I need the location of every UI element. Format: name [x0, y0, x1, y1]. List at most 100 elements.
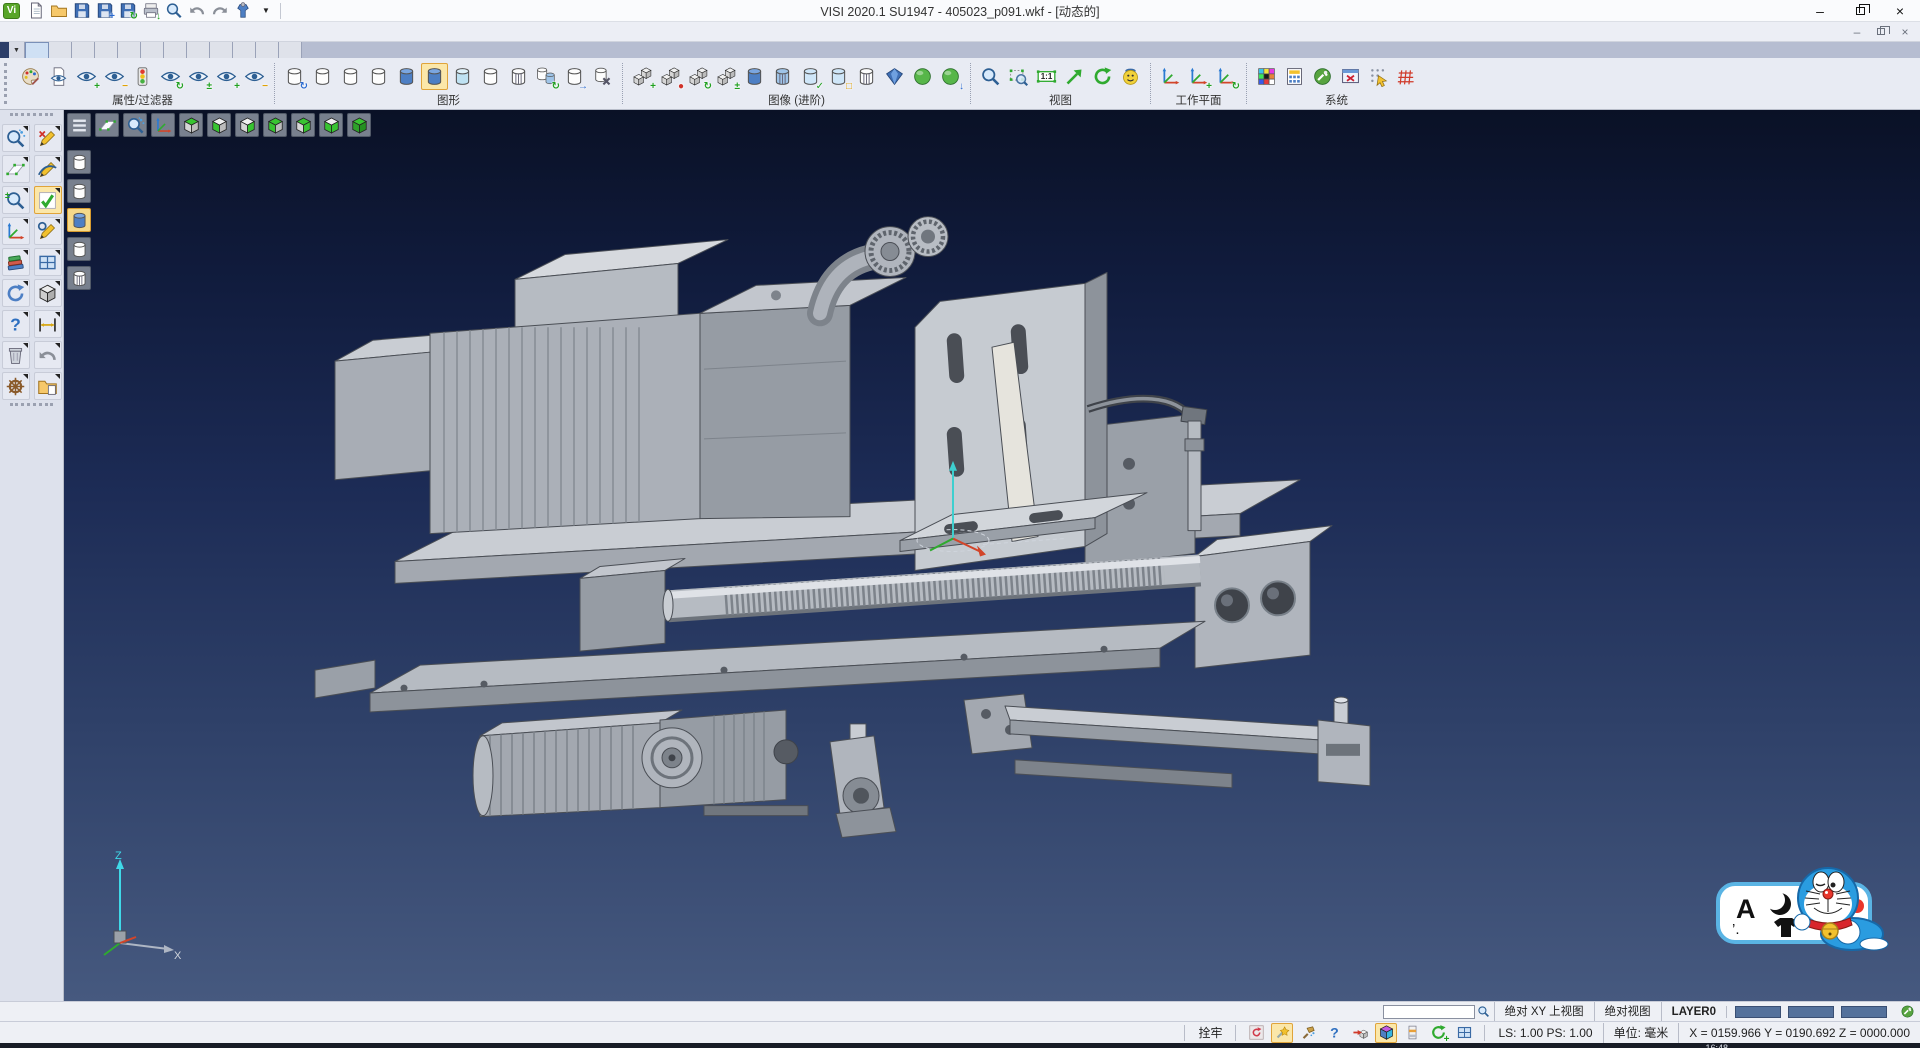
undo-button[interactable]: [187, 1, 207, 20]
solid-reference-button[interactable]: □: [825, 63, 852, 90]
active-layer-indicator[interactable]: LAYER0: [1661, 1002, 1726, 1022]
layer-swatch[interactable]: [1788, 1006, 1834, 1018]
help-button[interactable]: [2, 310, 30, 338]
transparent-mode-button[interactable]: [67, 237, 91, 261]
layer-swatch[interactable]: [1735, 1006, 1781, 1018]
hide-all-button[interactable]: −: [241, 63, 268, 90]
render-button[interactable]: [909, 63, 936, 90]
spline-button[interactable]: [34, 217, 62, 245]
view-orient-button[interactable]: [1061, 63, 1088, 90]
zoom-previous-button[interactable]: [977, 63, 1004, 90]
plane-select-button[interactable]: [95, 113, 119, 137]
wireframe-mode-button[interactable]: [67, 150, 91, 174]
search-icon[interactable]: [1477, 1005, 1490, 1018]
show-entities-button[interactable]: +: [73, 63, 100, 90]
snap-settings-button[interactable]: [1365, 63, 1392, 90]
tab-die[interactable]: [210, 42, 233, 58]
shaded-view-button[interactable]: [393, 63, 420, 90]
graphics-settings-button[interactable]: [589, 63, 616, 90]
print-button[interactable]: ↓: [141, 1, 161, 20]
rotation-lock-button[interactable]: [1245, 1023, 1267, 1043]
measure-button[interactable]: [34, 310, 62, 338]
dashed-view-button[interactable]: [365, 63, 392, 90]
hidden-line-view-button[interactable]: [337, 63, 364, 90]
solids-add-button[interactable]: +: [629, 63, 656, 90]
preview-button[interactable]: [164, 1, 184, 20]
hatch-mode-button[interactable]: [67, 266, 91, 290]
redo-button[interactable]: [210, 1, 230, 20]
erase-button[interactable]: [34, 124, 62, 152]
view-cube-button[interactable]: [1375, 1023, 1397, 1043]
solids-toggle-button[interactable]: ±: [713, 63, 740, 90]
profile-folder-button[interactable]: [34, 372, 62, 400]
confirm-button[interactable]: [34, 186, 62, 214]
tab-wireframe[interactable]: [72, 42, 95, 58]
toolbar-options-button[interactable]: ▼: [256, 1, 276, 20]
transparent-view-button[interactable]: [449, 63, 476, 90]
view-iso-right-button[interactable]: [291, 113, 315, 137]
solid-shaded-button[interactable]: [741, 63, 768, 90]
context-help-button[interactable]: [1323, 1023, 1345, 1043]
tab-machining[interactable]: [233, 42, 256, 58]
view-front-button[interactable]: [207, 113, 231, 137]
solid-hatch-button[interactable]: [853, 63, 880, 90]
save-all-button[interactable]: ↻: [118, 1, 138, 20]
highlight-wand-button[interactable]: [1271, 1023, 1293, 1043]
tab-edit[interactable]: [49, 42, 72, 58]
view-iso-front-button[interactable]: [263, 113, 287, 137]
color-palette-button[interactable]: [1253, 63, 1280, 90]
mdi-close-button[interactable]: ×: [1898, 25, 1912, 39]
new-file-button[interactable]: [26, 1, 46, 20]
pick-tool-button[interactable]: [1297, 1023, 1319, 1043]
tab-molding[interactable]: [187, 42, 210, 58]
restore-button[interactable]: [1840, 0, 1880, 21]
solid-view-button[interactable]: [34, 279, 62, 307]
view-top-button[interactable]: [179, 113, 203, 137]
ime-sticker[interactable]: A ’.: [1716, 860, 1898, 955]
tab-surface[interactable]: [118, 42, 141, 58]
regen-button[interactable]: [2, 279, 30, 307]
attribute-edit-button[interactable]: [17, 63, 44, 90]
toggle-visibility-button[interactable]: ±: [185, 63, 212, 90]
snap-toggle[interactable]: 拴牢: [1188, 1023, 1232, 1043]
3d-viewport[interactable]: Z X A ’.: [64, 110, 1920, 1001]
render-export-button[interactable]: ↓: [937, 63, 964, 90]
globe-icon[interactable]: [1900, 1004, 1915, 1019]
tab-overflow-button[interactable]: ▼: [9, 42, 25, 58]
attribute-scan-button[interactable]: [45, 63, 72, 90]
solid-verify-button[interactable]: ✓: [797, 63, 824, 90]
minimize-button[interactable]: –: [1800, 0, 1840, 21]
hidden-line-mode-button[interactable]: [67, 179, 91, 203]
axis-orient-button[interactable]: [151, 113, 175, 137]
refresh-visibility-button[interactable]: ↻: [157, 63, 184, 90]
view-rotate-button[interactable]: [1089, 63, 1116, 90]
absolute-view-indicator[interactable]: 绝对视图: [1594, 1002, 1661, 1022]
layer-bars-button[interactable]: [1401, 1023, 1423, 1043]
view-iso-back-button[interactable]: [319, 113, 343, 137]
hide-entities-button[interactable]: −: [101, 63, 128, 90]
layer-swatch[interactable]: [1841, 1006, 1887, 1018]
selection-options-button[interactable]: [2, 124, 30, 152]
dock-drag-handle[interactable]: [10, 403, 53, 411]
visibility-filter-button[interactable]: [129, 63, 156, 90]
zoom-actual-button[interactable]: 1:1: [1033, 63, 1060, 90]
table-editor-button[interactable]: [1337, 63, 1364, 90]
tab-dimension[interactable]: [141, 42, 164, 58]
tab-modeling[interactable]: [95, 42, 118, 58]
toolbar-drag-handle[interactable]: [4, 63, 10, 104]
grid-settings-button[interactable]: [1393, 63, 1420, 90]
solid-striped-button[interactable]: [769, 63, 796, 90]
view-iso-button[interactable]: [347, 113, 371, 137]
close-button[interactable]: ×: [1880, 0, 1920, 21]
delete-button[interactable]: [2, 341, 30, 369]
gem-display-button[interactable]: [881, 63, 908, 90]
system-options-button[interactable]: [1309, 63, 1336, 90]
attributes-button[interactable]: [2, 248, 30, 276]
flat-view-button[interactable]: [477, 63, 504, 90]
shaded-mode-button[interactable]: [67, 208, 91, 232]
mdi-restore-button[interactable]: [1874, 25, 1888, 39]
show-all-button[interactable]: +: [213, 63, 240, 90]
zoom-window-button[interactable]: [1005, 63, 1032, 90]
tab-reverse[interactable]: [279, 42, 302, 58]
dock-drag-handle[interactable]: [10, 113, 53, 121]
